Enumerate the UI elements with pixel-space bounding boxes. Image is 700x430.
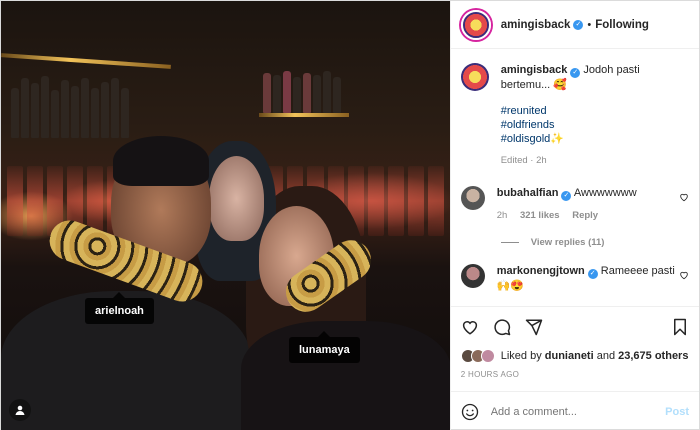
verified-icon: ✓ [573, 19, 584, 30]
verified-icon: ✓ [561, 191, 572, 201]
person-left-hair [113, 136, 209, 186]
action-bar [450, 306, 699, 346]
bar-shelf [259, 113, 349, 117]
comment-meta: 2h 321 likes Reply [497, 209, 679, 223]
post-photo[interactable]: arielnoah lunamaya [1, 1, 450, 430]
hashtag-oldfriends[interactable]: #oldfriends [501, 118, 689, 132]
comment-time: 2h [496, 210, 508, 221]
liker-avatars [460, 349, 495, 363]
commenter-avatar[interactable] [460, 264, 485, 288]
comment-body: bubahalfian ✓ Awwwwwww 2h 321 likes Reply [497, 186, 679, 223]
post-header: amingisback ✓ • Following [450, 1, 699, 49]
verified-icon: ✓ [570, 68, 581, 78]
caption-avatar[interactable] [460, 63, 489, 91]
bar-shelf [1, 53, 171, 69]
comment-body: markonengjtown ✓ Rameeee pasti 🙌😍 [497, 264, 679, 293]
post-comment-button[interactable]: Post [665, 406, 689, 418]
liked-by-user[interactable]: dunianeti [545, 350, 594, 362]
author-avatar[interactable] [460, 9, 491, 40]
caption-username[interactable]: amingisback [501, 64, 568, 76]
add-comment-bar: Post [450, 391, 699, 430]
following-button[interactable]: Following [595, 19, 649, 31]
user-tag-icon[interactable] [9, 399, 31, 421]
comments-section: amingisback ✓ Jodoh pasti bertemu... 🥰 #r… [451, 49, 699, 306]
caption-row: amingisback ✓ Jodoh pasti bertemu... 🥰 #r… [460, 63, 689, 168]
edited-label: Edited · 2h [500, 155, 547, 166]
caption-meta: Edited · 2h [501, 154, 689, 168]
liked-by-prefix: Liked by [500, 350, 542, 362]
save-icon[interactable] [671, 318, 689, 336]
liked-by-others[interactable]: 23,675 others [618, 350, 688, 362]
bottle-row [263, 71, 341, 113]
photo-tag-lunamaya[interactable]: lunamaya [289, 331, 360, 363]
hashtag-oldisgold[interactable]: #oldisgold✨ [501, 132, 689, 146]
photo-tag-arielnoah[interactable]: arielnoah [85, 292, 154, 324]
comment-row: bubahalfian ✓ Awwwwwww 2h 321 likes Reply [460, 186, 689, 223]
comment-heart-icon[interactable] [679, 270, 689, 280]
heart-icon[interactable] [461, 318, 479, 336]
comment-icon[interactable] [493, 318, 511, 336]
comment-text: Awwwwwww [573, 187, 637, 199]
caption-text-block: amingisback ✓ Jodoh pasti bertemu... 🥰 #r… [501, 63, 689, 168]
share-icon[interactable] [525, 318, 543, 336]
comment-heart-icon[interactable] [679, 192, 689, 202]
author-username[interactable]: amingisback [501, 19, 571, 31]
commenter-username[interactable]: bubahalfian [497, 187, 559, 199]
post-container: arielnoah lunamaya amingisback ✓ • Follo… [0, 0, 700, 430]
view-replies-button[interactable]: View replies (11) [501, 237, 689, 248]
commenter-avatar[interactable] [460, 186, 485, 210]
comment-row: markonengjtown ✓ Rameeee pasti 🙌😍 [460, 264, 689, 293]
commenter-username[interactable]: markonengjtown [497, 265, 585, 277]
person-middle-face [209, 156, 264, 241]
emoji-icon[interactable] [461, 403, 479, 421]
reply-button[interactable]: Reply [572, 210, 598, 221]
bottle-row [11, 76, 129, 138]
liked-by-and: and [596, 350, 616, 362]
post-timestamp: 2 HOURS AGO [460, 370, 520, 379]
add-comment-input[interactable] [490, 405, 666, 418]
hashtag-reunited[interactable]: #reunited [501, 104, 689, 118]
separator-dot: • [587, 18, 592, 31]
comment-likes[interactable]: 321 likes [520, 210, 560, 221]
likes-summary: Liked by dunianeti and 23,675 others [451, 346, 699, 366]
side-panel: amingisback ✓ • Following amingisback ✓ J… [449, 1, 699, 430]
verified-icon: ✓ [587, 269, 598, 279]
